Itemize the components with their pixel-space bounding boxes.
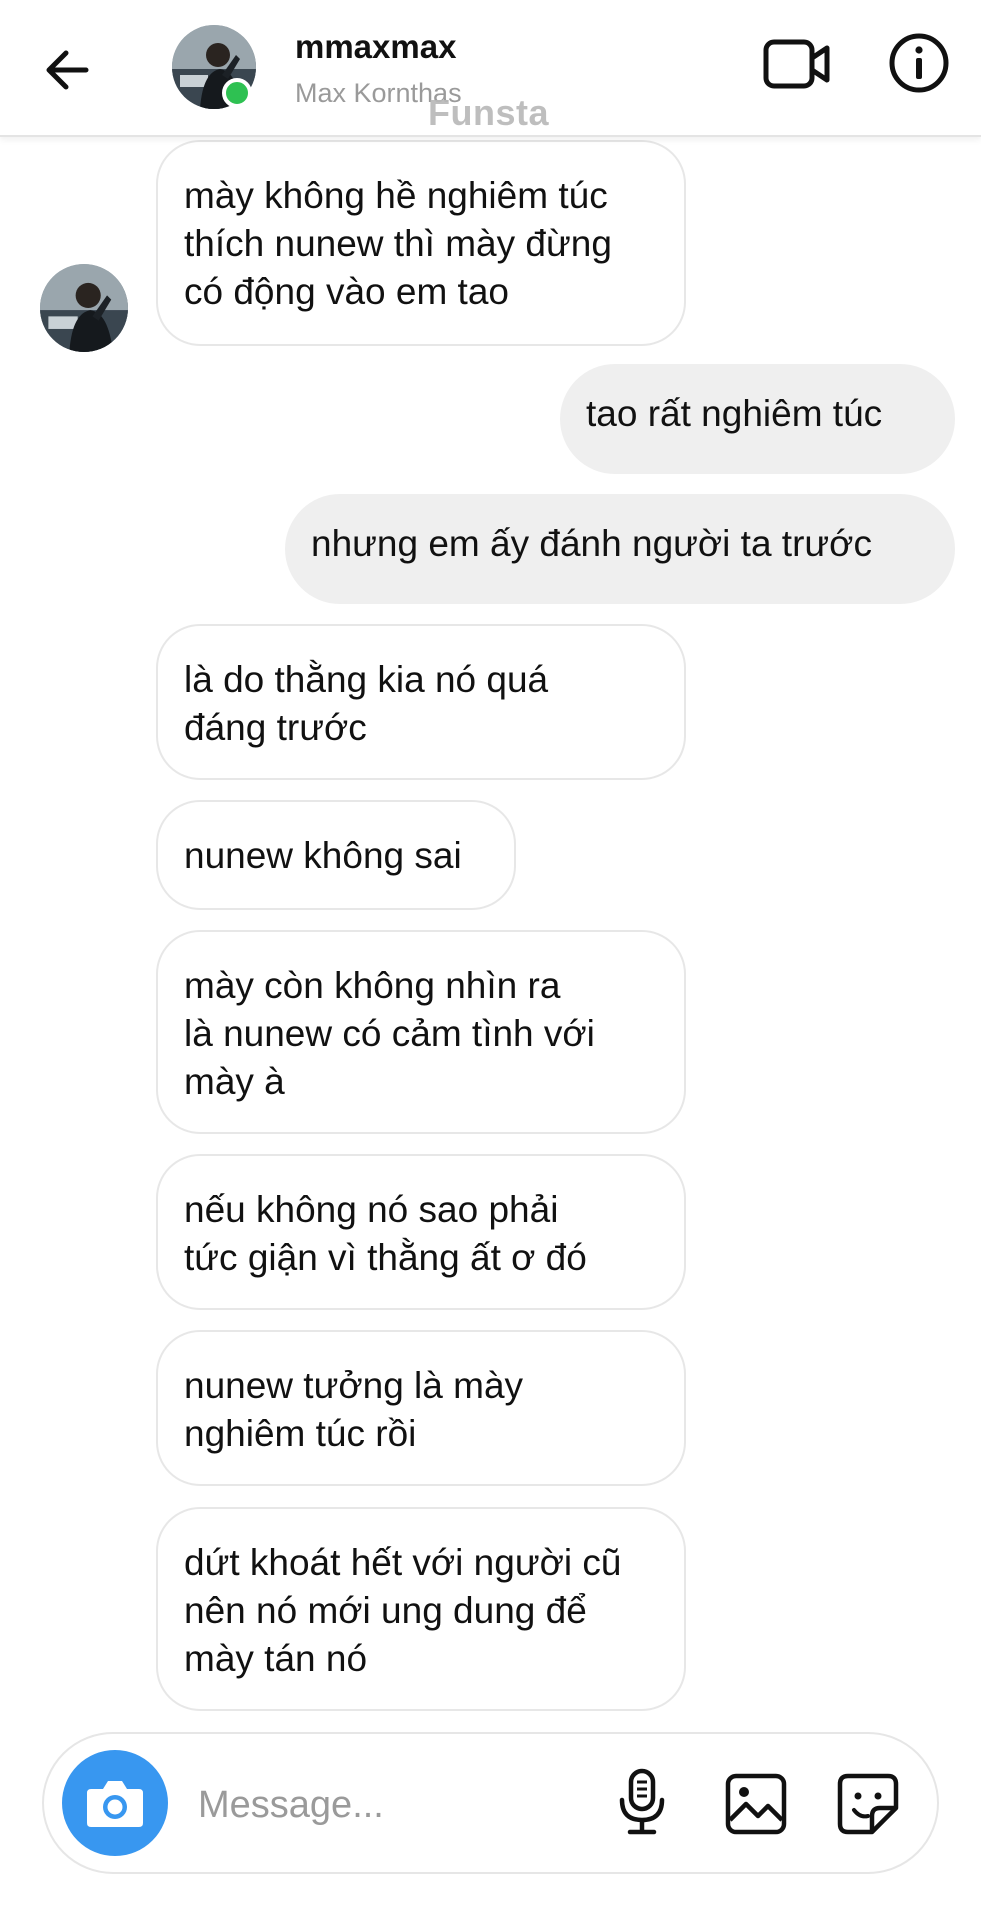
sticker-icon xyxy=(837,1773,899,1835)
incoming-message[interactable]: nunew không sai xyxy=(156,800,516,910)
incoming-message[interactable]: dứt khoát hết với người cũ nên nó mới un… xyxy=(156,1507,686,1711)
info-circle-icon xyxy=(889,33,949,93)
incoming-message[interactable]: mày còn không nhìn ra là nunew có cảm tì… xyxy=(156,930,686,1134)
voice-message-button[interactable] xyxy=(614,1768,670,1838)
chat-username[interactable]: mmaxmax xyxy=(295,28,456,66)
camera-icon xyxy=(87,1781,143,1827)
online-status-dot xyxy=(222,78,252,108)
sender-avatar[interactable] xyxy=(40,264,128,352)
outgoing-message[interactable]: nhưng em ấy đánh người ta trước xyxy=(285,494,955,604)
chat-header: mmaxmax Max Kornthas Funsta xyxy=(0,0,981,137)
message-composer xyxy=(42,1732,939,1874)
avatar-photo xyxy=(40,264,128,352)
watermark-text: Funsta xyxy=(428,92,550,133)
sticker-button[interactable] xyxy=(836,1772,900,1836)
outgoing-message[interactable]: tao rất nghiêm túc xyxy=(560,364,955,474)
image-icon xyxy=(725,1773,787,1835)
arrow-left-icon xyxy=(46,50,89,90)
incoming-message[interactable]: nunew tưởng là mày nghiêm túc rồi xyxy=(156,1330,686,1486)
direct-message-screen: mmaxmax Max Kornthas Funsta mày không hề… xyxy=(0,0,981,1920)
back-button[interactable] xyxy=(38,40,98,100)
gallery-button[interactable] xyxy=(724,1772,788,1836)
message-input[interactable] xyxy=(196,1776,620,1834)
camera-button[interactable] xyxy=(62,1750,168,1856)
incoming-message[interactable]: nếu không nó sao phải tức giận vì thằng … xyxy=(156,1154,686,1310)
video-call-button[interactable] xyxy=(762,34,832,94)
microphone-icon xyxy=(619,1768,665,1835)
incoming-message[interactable]: là do thằng kia nó quá đáng trước xyxy=(156,624,686,780)
info-button[interactable] xyxy=(888,32,950,94)
video-camera-icon xyxy=(763,39,830,89)
incoming-message[interactable]: mày không hề nghiêm túc thích nunew thì … xyxy=(156,140,686,346)
